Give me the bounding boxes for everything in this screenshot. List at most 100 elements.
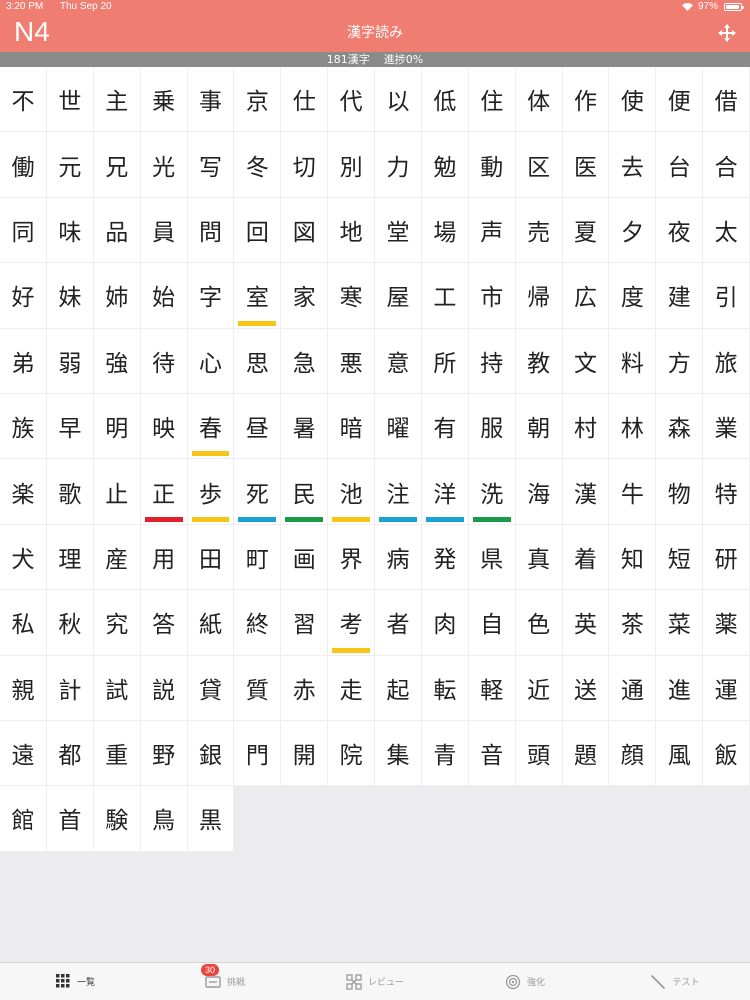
kanji-cell[interactable]: 動 bbox=[468, 132, 516, 198]
kanji-cell[interactable]: 強 bbox=[93, 328, 141, 394]
kanji-cell[interactable]: 音 bbox=[468, 720, 516, 787]
kanji-cell[interactable]: 験 bbox=[93, 786, 141, 852]
kanji-cell[interactable]: 頭 bbox=[515, 720, 563, 787]
kanji-cell[interactable]: 好 bbox=[0, 263, 47, 329]
kanji-cell[interactable]: 春 bbox=[187, 393, 235, 460]
kanji-cell[interactable]: 民 bbox=[281, 459, 329, 525]
kanji-cell[interactable]: 海 bbox=[515, 459, 563, 525]
kanji-cell[interactable]: 肉 bbox=[421, 590, 469, 656]
kanji-cell[interactable]: 曜 bbox=[375, 393, 422, 460]
kanji-cell[interactable]: 習 bbox=[281, 590, 329, 656]
kanji-cell[interactable]: 館 bbox=[0, 786, 47, 852]
kanji-cell[interactable]: 急 bbox=[281, 328, 329, 394]
kanji-cell[interactable]: 妹 bbox=[46, 263, 94, 329]
kanji-cell[interactable]: 員 bbox=[140, 197, 188, 264]
kanji-cell[interactable]: 味 bbox=[46, 197, 94, 264]
kanji-cell[interactable]: 遠 bbox=[0, 720, 47, 787]
kanji-cell[interactable]: 待 bbox=[140, 328, 188, 394]
kanji-cell[interactable]: 早 bbox=[46, 393, 94, 460]
kanji-cell[interactable]: 代 bbox=[328, 67, 375, 133]
kanji-cell[interactable]: 親 bbox=[0, 655, 47, 721]
kanji-cell[interactable]: 歌 bbox=[46, 459, 94, 525]
kanji-cell[interactable]: 光 bbox=[140, 132, 188, 198]
kanji-cell[interactable]: 洋 bbox=[421, 459, 469, 525]
kanji-cell[interactable]: 映 bbox=[140, 393, 188, 460]
kanji-cell[interactable]: 首 bbox=[46, 786, 94, 852]
kanji-cell[interactable]: 貸 bbox=[187, 655, 235, 721]
kanji-cell[interactable]: 便 bbox=[656, 67, 704, 133]
kanji-cell[interactable]: 図 bbox=[281, 197, 329, 264]
kanji-cell[interactable]: 銀 bbox=[187, 720, 235, 787]
kanji-cell[interactable]: 病 bbox=[375, 524, 422, 591]
kanji-cell[interactable]: 文 bbox=[562, 328, 610, 394]
kanji-cell[interactable]: 物 bbox=[656, 459, 704, 525]
move-icon[interactable] bbox=[718, 24, 736, 42]
kanji-cell[interactable]: 働 bbox=[0, 132, 47, 198]
kanji-cell[interactable]: 者 bbox=[375, 590, 422, 656]
kanji-cell[interactable]: 別 bbox=[328, 132, 375, 198]
kanji-cell[interactable]: 業 bbox=[703, 393, 750, 460]
kanji-cell[interactable]: 主 bbox=[93, 67, 141, 133]
kanji-cell[interactable]: 県 bbox=[468, 524, 516, 591]
kanji-cell[interactable]: 夏 bbox=[562, 197, 610, 264]
kanji-cell[interactable]: 森 bbox=[656, 393, 704, 460]
kanji-cell[interactable]: 作 bbox=[562, 67, 610, 133]
kanji-cell[interactable]: 犬 bbox=[0, 524, 47, 591]
kanji-cell[interactable]: 真 bbox=[515, 524, 563, 591]
kanji-cell[interactable]: 自 bbox=[468, 590, 516, 656]
kanji-cell[interactable]: 転 bbox=[421, 655, 469, 721]
kanji-cell[interactable]: 品 bbox=[93, 197, 141, 264]
kanji-cell[interactable]: 写 bbox=[187, 132, 235, 198]
kanji-cell[interactable]: 正 bbox=[140, 459, 188, 525]
kanji-cell[interactable]: 産 bbox=[93, 524, 141, 591]
kanji-cell[interactable]: 鳥 bbox=[140, 786, 188, 852]
kanji-cell[interactable]: 服 bbox=[468, 393, 516, 460]
kanji-cell[interactable]: 界 bbox=[328, 524, 375, 591]
kanji-cell[interactable]: 町 bbox=[234, 524, 282, 591]
kanji-cell[interactable]: 市 bbox=[468, 263, 516, 329]
kanji-cell[interactable]: 明 bbox=[93, 393, 141, 460]
kanji-cell[interactable]: 教 bbox=[515, 328, 563, 394]
kanji-cell[interactable]: 歩 bbox=[187, 459, 235, 525]
kanji-cell[interactable]: 弟 bbox=[0, 328, 47, 394]
kanji-cell[interactable]: 重 bbox=[93, 720, 141, 787]
kanji-cell[interactable]: 色 bbox=[515, 590, 563, 656]
kanji-cell[interactable]: 起 bbox=[375, 655, 422, 721]
kanji-cell[interactable]: 引 bbox=[703, 263, 750, 329]
kanji-cell[interactable]: 有 bbox=[421, 393, 469, 460]
kanji-cell[interactable]: 方 bbox=[656, 328, 704, 394]
kanji-cell[interactable]: 回 bbox=[234, 197, 282, 264]
kanji-cell[interactable]: 同 bbox=[0, 197, 47, 264]
kanji-cell[interactable]: 室 bbox=[234, 263, 282, 329]
kanji-cell[interactable]: 理 bbox=[46, 524, 94, 591]
kanji-cell[interactable]: 英 bbox=[562, 590, 610, 656]
kanji-cell[interactable]: 以 bbox=[375, 67, 422, 133]
kanji-cell[interactable]: 堂 bbox=[375, 197, 422, 264]
kanji-cell[interactable]: 不 bbox=[0, 67, 47, 133]
kanji-cell[interactable]: 朝 bbox=[515, 393, 563, 460]
kanji-cell[interactable]: 野 bbox=[140, 720, 188, 787]
kanji-cell[interactable]: 答 bbox=[140, 590, 188, 656]
kanji-cell[interactable]: 族 bbox=[0, 393, 47, 460]
kanji-cell[interactable]: 紙 bbox=[187, 590, 235, 656]
kanji-cell[interactable]: 屋 bbox=[375, 263, 422, 329]
tab-review[interactable]: レビュー bbox=[300, 963, 450, 1000]
kanji-cell[interactable]: 開 bbox=[281, 720, 329, 787]
kanji-cell[interactable]: 風 bbox=[656, 720, 704, 787]
kanji-cell[interactable]: 太 bbox=[703, 197, 750, 264]
kanji-cell[interactable]: 思 bbox=[234, 328, 282, 394]
kanji-cell[interactable]: 仕 bbox=[281, 67, 329, 133]
kanji-cell[interactable]: 短 bbox=[656, 524, 704, 591]
kanji-cell[interactable]: 声 bbox=[468, 197, 516, 264]
kanji-cell[interactable]: 軽 bbox=[468, 655, 516, 721]
kanji-cell[interactable]: 質 bbox=[234, 655, 282, 721]
kanji-cell[interactable]: 茶 bbox=[609, 590, 657, 656]
kanji-cell[interactable]: 院 bbox=[328, 720, 375, 787]
kanji-cell[interactable]: 送 bbox=[562, 655, 610, 721]
kanji-cell[interactable]: 問 bbox=[187, 197, 235, 264]
kanji-cell[interactable]: 菜 bbox=[656, 590, 704, 656]
kanji-cell[interactable]: 持 bbox=[468, 328, 516, 394]
kanji-cell[interactable]: 運 bbox=[703, 655, 750, 721]
kanji-cell[interactable]: 楽 bbox=[0, 459, 47, 525]
kanji-cell[interactable]: 勉 bbox=[421, 132, 469, 198]
